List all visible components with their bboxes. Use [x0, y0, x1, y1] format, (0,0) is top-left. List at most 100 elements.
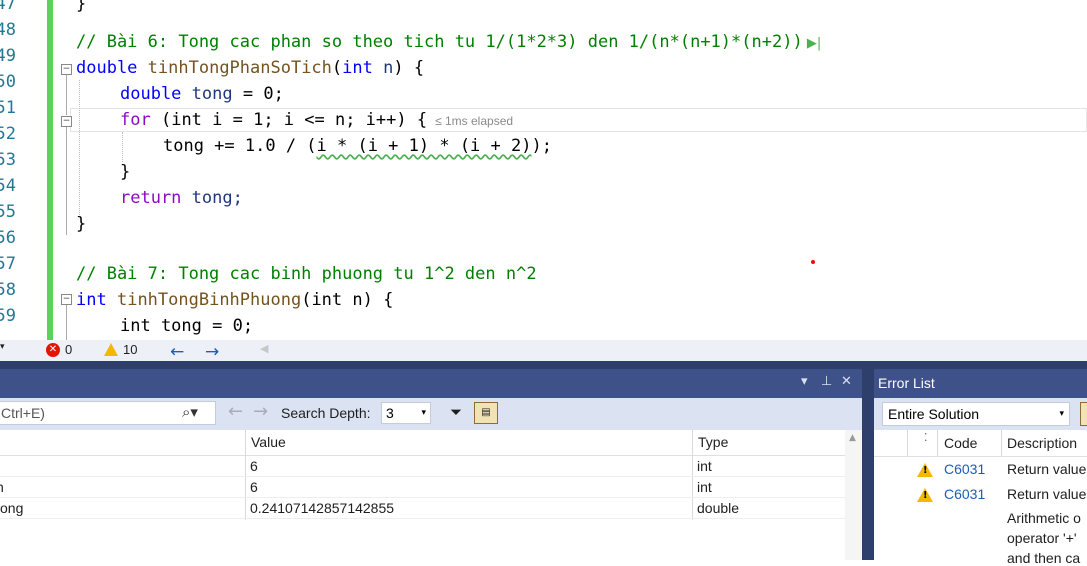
warning-icon [104, 343, 118, 356]
error-description: and then ca [1007, 550, 1081, 566]
code-line: } [76, 0, 87, 14]
line-number: 56 [0, 228, 16, 248]
code-line: } [76, 214, 87, 234]
line-number: 48 [0, 20, 16, 40]
nav-forward-button[interactable]: → [205, 342, 219, 362]
filter-toggle[interactable] [1080, 402, 1087, 426]
code-line: return tong; [120, 188, 243, 208]
line-number: 50 [0, 72, 16, 92]
close-icon[interactable]: ✕ [841, 374, 852, 389]
fold-guide [66, 75, 67, 115]
chevron-down-icon: ▾ [1059, 409, 1064, 419]
search-icon[interactable]: ⌕▾ [182, 403, 198, 421]
search-depth-select[interactable]: 3 ▾ [381, 402, 431, 424]
error-list-title: Error List [878, 375, 935, 391]
col-value[interactable]: Value [251, 434, 286, 450]
cell-type: double [697, 500, 740, 516]
line-number: 57 [0, 254, 16, 274]
warning-icon [917, 463, 933, 477]
error-row[interactable]: Arithmetic o operator '+' and then ca [874, 510, 1087, 566]
cell-value[interactable]: 6 [250, 458, 258, 474]
collapse-icon[interactable]: − [61, 116, 72, 127]
indent-guide [79, 80, 80, 215]
error-description: operator '+' [1007, 530, 1077, 546]
filter-icon[interactable]: ⏷ [450, 403, 462, 421]
view-raw-icon[interactable]: ▤ [474, 402, 498, 424]
column-divider[interactable] [937, 430, 938, 456]
change-tracking-bar [47, 0, 53, 340]
code-comment: // Bài 7: Tong cac binh phuong tu 1^2 de… [76, 264, 537, 284]
editor-status-strip: ▾ ✕ 0 10 ← → ◀ [0, 340, 1087, 362]
vertical-scrollbar[interactable]: ▲ [845, 430, 862, 560]
scroll-up-icon[interactable]: ▲ [849, 433, 856, 443]
cell-value[interactable]: 6 [250, 479, 258, 495]
search-forward-icon[interactable]: → [253, 401, 268, 422]
error-code-link[interactable]: C6031 [944, 461, 985, 477]
table-row[interactable]: ong 0.24107142857142855 double [0, 498, 845, 519]
panel-splitter[interactable] [862, 369, 874, 560]
line-number: 53 [0, 150, 16, 170]
line-number: 52 [0, 124, 16, 144]
cell-name: ong [0, 500, 24, 516]
error-code-link[interactable]: C6031 [944, 486, 985, 502]
cell-type: int [697, 458, 712, 474]
cell-value[interactable]: 0.24107142857142855 [250, 500, 394, 516]
autos-title-bar: ▾ ⊥ ✕ [0, 369, 862, 398]
scroll-left-icon[interactable]: ◀ [260, 342, 268, 355]
code-line: for (int i = 1; i <= n; i++) {≤ 1ms elap… [120, 110, 514, 130]
search-depth-label: Search Depth: [281, 405, 371, 421]
warning-squiggle[interactable]: i * (i + 1) * (i + 2) [317, 136, 532, 156]
indent-guide [122, 132, 123, 162]
error-row[interactable]: C6031 Return value [874, 483, 1087, 507]
error-description: Return value [1007, 461, 1087, 477]
pin-icon[interactable]: ⊥ [821, 374, 832, 389]
code-line: tong += 1.0 / (i * (i + 1) * (i + 2)); [163, 136, 552, 156]
scope-select[interactable]: Entire Solution ▾ [882, 402, 1070, 426]
splitter[interactable] [0, 361, 1087, 369]
collapse-icon[interactable]: − [61, 294, 72, 305]
arrow-left-icon: ← [170, 342, 185, 362]
code-comment: // Bài 6: Tong cac phan so theo tich tu … [76, 32, 822, 52]
error-list-grid: ⁚ Code Description C6031 Return value C6… [874, 430, 1087, 566]
table-row[interactable]: n 6 int [0, 477, 845, 498]
code-line: } [120, 162, 131, 182]
error-count[interactable]: ✕ 0 [46, 342, 72, 357]
line-number: 55 [0, 202, 16, 222]
search-input[interactable]: Ctrl+E) ⌕▾ [0, 401, 216, 425]
col-sort-icon[interactable]: ⁚ [924, 431, 928, 444]
error-row[interactable]: C6031 Return value [874, 458, 1087, 482]
cell-name: n [0, 479, 4, 495]
line-number: 58 [0, 280, 16, 300]
error-icon: ✕ [46, 342, 60, 357]
fold-guide [66, 305, 67, 340]
error-list-header: ⁚ Code Description [874, 430, 1087, 457]
error-list-title-bar: Error List [874, 369, 1087, 398]
line-number: 49 [0, 46, 16, 66]
code-line: int tinhTongBinhPhuong(int n) { [76, 290, 394, 310]
perf-tip[interactable]: ≤ 1ms elapsed [435, 114, 513, 128]
code-line: double tong = 0; [120, 84, 284, 104]
nav-back-button[interactable]: ← [170, 342, 184, 362]
collapse-icon[interactable]: − [61, 64, 72, 75]
code-line: double tinhTongPhanSoTich(int n) { [76, 58, 425, 78]
line-number: 51 [0, 98, 16, 118]
zoom-dropdown[interactable]: ▾ [0, 342, 5, 352]
warning-count[interactable]: 10 [104, 342, 137, 357]
autos-header: Value Type [0, 430, 845, 456]
search-back-icon[interactable]: ← [228, 401, 243, 422]
error-list-toolbar: Entire Solution ▾ [874, 398, 1087, 430]
warning-icon [917, 488, 933, 502]
table-row[interactable]: 6 int [0, 456, 845, 477]
col-code[interactable]: Code [944, 435, 977, 451]
line-number: 59 [0, 306, 16, 326]
col-type[interactable]: Type [698, 434, 728, 450]
code-editor[interactable]: 47 48 49 50 51 52 53 54 55 56 57 58 59 −… [0, 0, 1087, 340]
code-line: int tong = 0; [120, 316, 254, 336]
cursor-dot [811, 260, 815, 264]
column-divider[interactable] [1001, 430, 1002, 456]
column-divider[interactable] [907, 430, 908, 456]
line-number: 47 [0, 0, 16, 14]
dropdown-icon[interactable]: ▾ [801, 374, 808, 389]
line-number: 54 [0, 176, 16, 196]
col-description[interactable]: Description [1007, 435, 1077, 451]
